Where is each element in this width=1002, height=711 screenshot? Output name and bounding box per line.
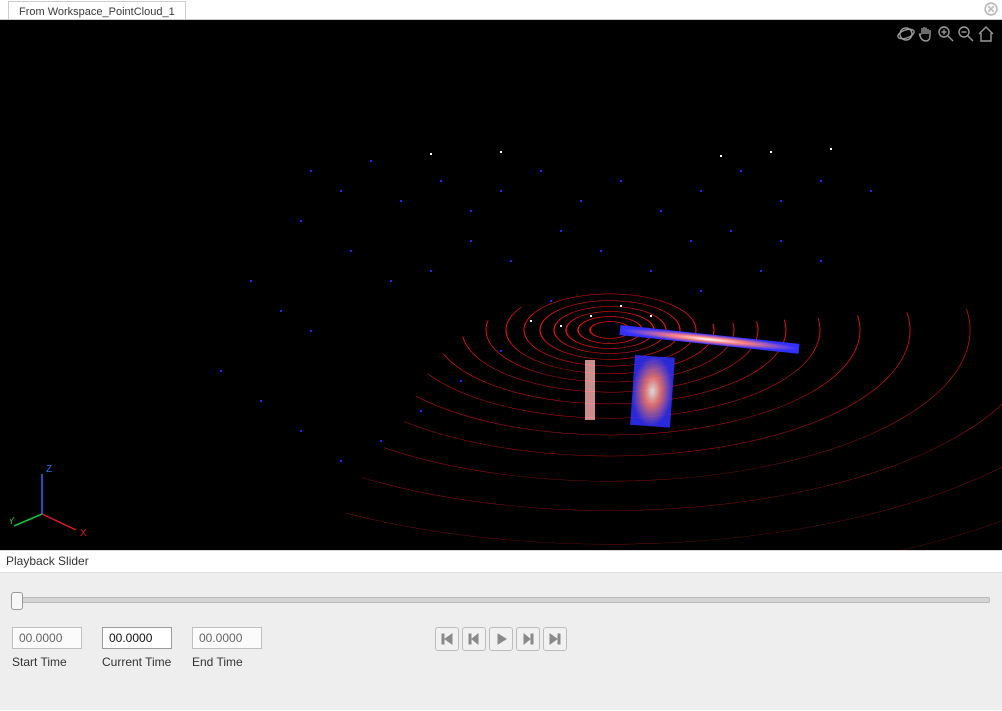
axis-gizmo: X Y Z [10, 448, 90, 538]
tab-label: From Workspace_PointCloud_1 [19, 6, 175, 18]
transport-buttons [435, 627, 567, 651]
current-time-input[interactable] [102, 627, 172, 649]
axis-y-label: Y [10, 516, 15, 527]
orbit-icon[interactable] [896, 24, 916, 47]
skip-start-button[interactable] [435, 627, 459, 651]
zoom-out-icon[interactable] [956, 24, 976, 47]
home-icon[interactable] [976, 24, 996, 47]
start-time-input[interactable] [12, 627, 82, 649]
current-time-label: Current Time [102, 655, 172, 669]
playback-title: Playback Slider [0, 551, 1002, 573]
step-forward-button[interactable] [516, 627, 540, 651]
start-time-label: Start Time [12, 655, 82, 669]
tab-pointcloud[interactable]: From Workspace_PointCloud_1 [8, 1, 186, 19]
play-button[interactable] [489, 627, 513, 651]
tab-bar: From Workspace_PointCloud_1 [0, 0, 1002, 20]
end-time-group: End Time [192, 627, 262, 669]
playback-slider[interactable] [12, 597, 990, 603]
pointcloud-render [0, 20, 1002, 550]
start-time-group: Start Time [12, 627, 82, 669]
axis-z-label: Z [46, 464, 52, 475]
playback-panel: Playback Slider Start Time Current Time … [0, 550, 1002, 710]
axis-x-label: X [80, 528, 87, 538]
skip-end-button[interactable] [543, 627, 567, 651]
pointcloud-viewport[interactable]: X Y Z [0, 20, 1002, 550]
end-time-label: End Time [192, 655, 262, 669]
close-icon[interactable] [984, 2, 998, 16]
viewport-toolbar [896, 24, 996, 47]
step-back-button[interactable] [462, 627, 486, 651]
end-time-input[interactable] [192, 627, 262, 649]
slider-thumb[interactable] [11, 592, 23, 610]
playback-slider-row [0, 573, 1002, 603]
playback-controls: Start Time Current Time End Time [0, 603, 1002, 669]
pan-icon[interactable] [916, 24, 936, 47]
zoom-in-icon[interactable] [936, 24, 956, 47]
current-time-group: Current Time [102, 627, 172, 669]
